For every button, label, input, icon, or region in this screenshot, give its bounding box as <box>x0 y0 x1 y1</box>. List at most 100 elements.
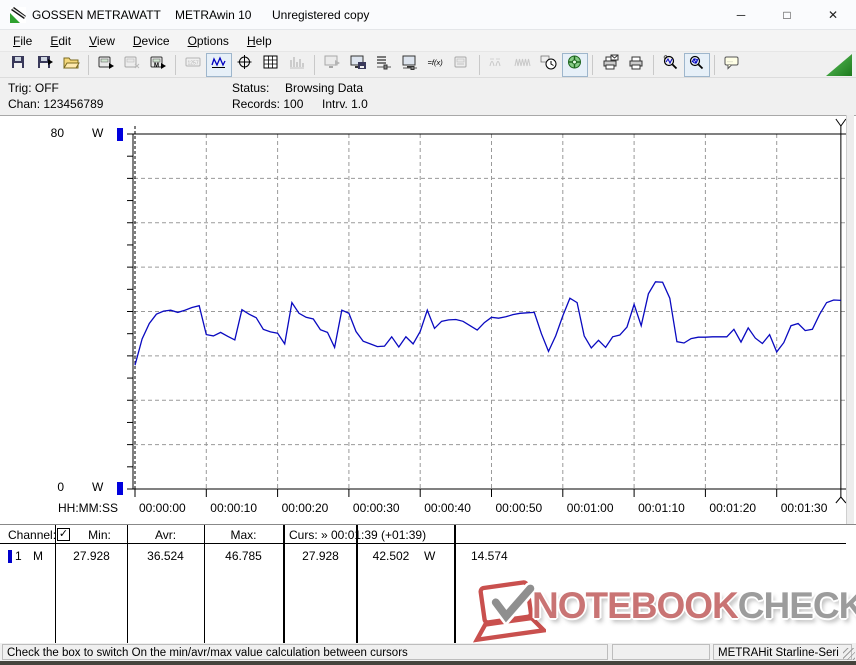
resize-grip[interactable] <box>843 648 855 660</box>
menu-item-options[interactable]: Options <box>179 30 238 51</box>
svg-text:1257: 1257 <box>188 61 199 67</box>
trigger-status: Trig: OFF <box>8 81 59 95</box>
y-axis-unit-top: W <box>92 126 104 140</box>
notebookcheck-watermark: NOTEBOOKCHECK <box>468 579 856 643</box>
statusbar-device-name: METRAHit Starline-Seri <box>713 644 852 660</box>
menu-item-edit[interactable]: Edit <box>41 30 80 51</box>
wave-dense-icon <box>514 54 532 75</box>
zoom-wave2-icon <box>688 54 706 75</box>
envelope-view-button <box>510 53 536 77</box>
column-header-min: Min: <box>88 528 111 542</box>
timer-setup-button[interactable] <box>536 53 562 77</box>
statusbar-empty-panel <box>612 644 710 660</box>
minimize-button[interactable]: ─ <box>718 0 764 30</box>
table-header-divider <box>0 543 846 544</box>
monitor-disk-icon <box>349 54 367 75</box>
acquisition-info-bar: Trig: OFF Chan: 123456789 Status: Browsi… <box>0 78 856 115</box>
meter2-icon <box>453 54 471 75</box>
chart-panel: 80 W 0 W HH:MM:SS 00:00:00 00:00:10 00:00:… <box>0 115 856 524</box>
device-offline-button <box>119 53 145 77</box>
channel-config-button[interactable] <box>371 53 397 77</box>
monitor-slider-icon <box>401 54 419 75</box>
table-view-button[interactable] <box>258 53 284 77</box>
window-bottom-edge <box>0 661 856 665</box>
monitor-arrow-icon <box>323 54 341 75</box>
cell-cursor2-value: 42.502 <box>372 549 410 563</box>
menu-item-view[interactable]: View <box>80 30 124 51</box>
export-button <box>319 53 345 77</box>
status-label: Status: <box>232 81 270 95</box>
record-to-disk-button[interactable] <box>345 53 371 77</box>
read-memory-button[interactable]: M <box>145 53 171 77</box>
disk-arrow-icon <box>36 54 54 75</box>
channel-list: Chan: 123456789 <box>8 97 104 111</box>
curve-view-button[interactable] <box>206 52 232 77</box>
print-report-button[interactable] <box>597 53 623 77</box>
live-record-button[interactable] <box>562 52 588 77</box>
minmax-checkbox[interactable]: ✓ <box>57 528 70 541</box>
y-axis-min-label: 0 <box>57 480 64 494</box>
column-header-cursor: Curs: » 00:01:39 (+01:39) <box>289 528 427 542</box>
open-file-button[interactable] <box>58 53 84 77</box>
channel-color-marker <box>8 550 12 563</box>
cell-max: 46.785 <box>225 549 262 563</box>
display-config-button[interactable] <box>397 53 423 77</box>
menu-item-device[interactable]: Device <box>124 30 179 51</box>
toolbar-separator <box>714 54 715 75</box>
app-logo-icon <box>10 7 26 23</box>
cell-channel-mode: M <box>33 549 43 563</box>
read-device-button[interactable] <box>93 53 119 77</box>
hint-button[interactable]: ··· <box>719 53 745 77</box>
cursor-view-button[interactable] <box>232 53 258 77</box>
meter-x-icon <box>123 54 141 75</box>
menu-item-file[interactable]: File <box>4 30 41 51</box>
save-as-button[interactable] <box>32 53 58 77</box>
cell-cursor-delta: 14.574 <box>471 549 508 563</box>
column-header-channel: Channel: <box>8 528 57 542</box>
x-tick-label: 00:00:10 <box>210 501 258 515</box>
toolbar-separator <box>653 54 654 75</box>
maximize-button[interactable]: □ <box>764 0 810 30</box>
records-count: Records: 100 <box>232 97 304 111</box>
meter-in-icon <box>97 54 115 75</box>
channel-scale-marker-bottom <box>117 482 123 495</box>
device-settings-button <box>449 53 475 77</box>
toolbar-separator <box>314 54 315 75</box>
curve-icon <box>210 54 228 75</box>
zoom-browse-button[interactable] <box>684 52 710 77</box>
toolbar: M 1257 =f(x) ··· <box>0 52 856 78</box>
x-tick-label: 00:00:20 <box>281 501 329 515</box>
toolbar-separator <box>88 54 89 75</box>
display-icon: 1257 <box>184 54 202 75</box>
zoom-mode-button[interactable] <box>658 53 684 77</box>
menu-item-help[interactable]: Help <box>238 30 281 51</box>
save-button[interactable] <box>6 53 32 77</box>
window-title-product: METRAwin 10 <box>175 8 252 22</box>
power-trace <box>134 281 841 366</box>
print-mail-icon <box>601 54 619 75</box>
wave-aa-icon <box>488 54 506 75</box>
x-tick-label: 00:01:20 <box>709 501 757 515</box>
list-slider-icon <box>375 54 393 75</box>
disk-icon <box>10 54 28 75</box>
crosshair-icon <box>236 54 254 75</box>
cell-channel-number: 1 <box>15 549 22 563</box>
channel-scale-marker-top <box>117 128 123 141</box>
cell-cursor1-value: 27.928 <box>302 549 339 563</box>
svg-text:=f(x): =f(x) <box>428 58 444 67</box>
logo-word-check: CHECK <box>737 585 856 626</box>
x-axis-format-label: HH:MM:SS <box>58 501 118 515</box>
power-chart[interactable] <box>0 116 856 525</box>
formula-button[interactable]: =f(x) <box>423 53 449 77</box>
zoom-wave-icon <box>662 54 680 75</box>
svg-text:M: M <box>154 63 159 69</box>
tooltip-icon: ··· <box>723 54 741 75</box>
folder-open-icon <box>62 54 80 75</box>
x-tick-label: 00:00:00 <box>139 501 186 515</box>
numeric-display-button: 1257 <box>180 53 206 77</box>
target-green-icon <box>566 54 584 75</box>
print-button[interactable] <box>623 53 649 77</box>
toolbar-separator <box>479 54 480 75</box>
close-button[interactable]: ✕ <box>810 0 856 30</box>
window-controls: ─ □ ✕ <box>718 0 856 30</box>
